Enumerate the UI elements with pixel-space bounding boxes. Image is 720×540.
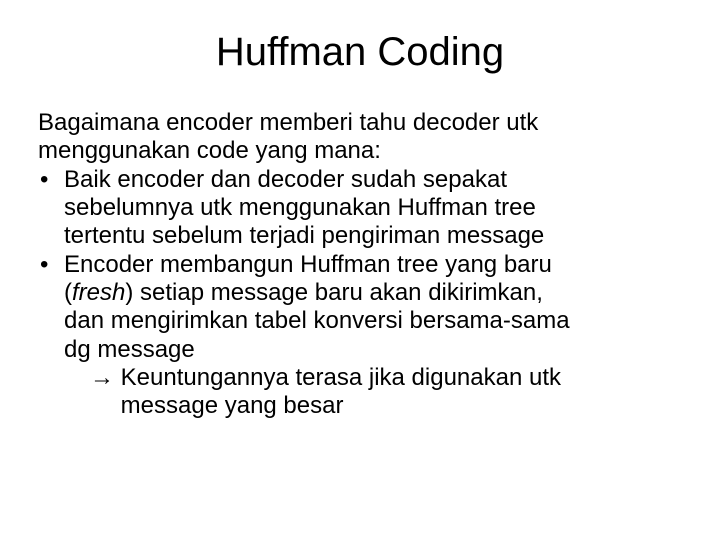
bullet-2-line-4: dg message: [64, 336, 195, 363]
arrow-icon: →: [90, 364, 114, 391]
bullet-1-line-2: sebelumnya utk menggunakan Huffman tree: [64, 194, 536, 221]
slide-title: Huffman Coding: [38, 30, 682, 75]
bullet-1-line-3: tertentu sebelum terjadi pengiriman mess…: [64, 222, 544, 249]
bullet-2-line-3: dan mengirimkan tabel konversi bersama-s…: [64, 307, 570, 334]
bullet-item-1: • Baik encoder dan decoder sudah sepakat…: [38, 166, 682, 251]
bullet-2-line-1: Encoder membangun Huffman tree yang baru: [64, 251, 552, 278]
bullet-marker: •: [40, 251, 48, 279]
sub-point: → Keuntungannya terasa jika digunakan ut…: [64, 364, 682, 421]
bullet-2-line-2a: (: [64, 279, 72, 306]
bullet-2-line-2c: ) setiap message baru akan dikirimkan,: [125, 279, 543, 306]
sub-line-2: message yang besar: [121, 392, 344, 419]
bullet-list: • Baik encoder dan decoder sudah sepakat…: [38, 166, 682, 421]
bullet-1-line-1: Baik encoder dan decoder sudah sepakat: [64, 166, 507, 193]
sub-line-1: Keuntungannya terasa jika digunakan utk: [114, 364, 561, 391]
bullet-marker: •: [40, 166, 48, 194]
intro-text: Bagaimana encoder memberi tahu decoder u…: [38, 109, 682, 166]
intro-line-2: menggunakan code yang mana:: [38, 137, 381, 164]
bullet-item-2: • Encoder membangun Huffman tree yang ba…: [38, 251, 682, 421]
bullet-2-italic: fresh: [72, 279, 125, 306]
intro-line-1: Bagaimana encoder memberi tahu decoder u…: [38, 109, 538, 136]
